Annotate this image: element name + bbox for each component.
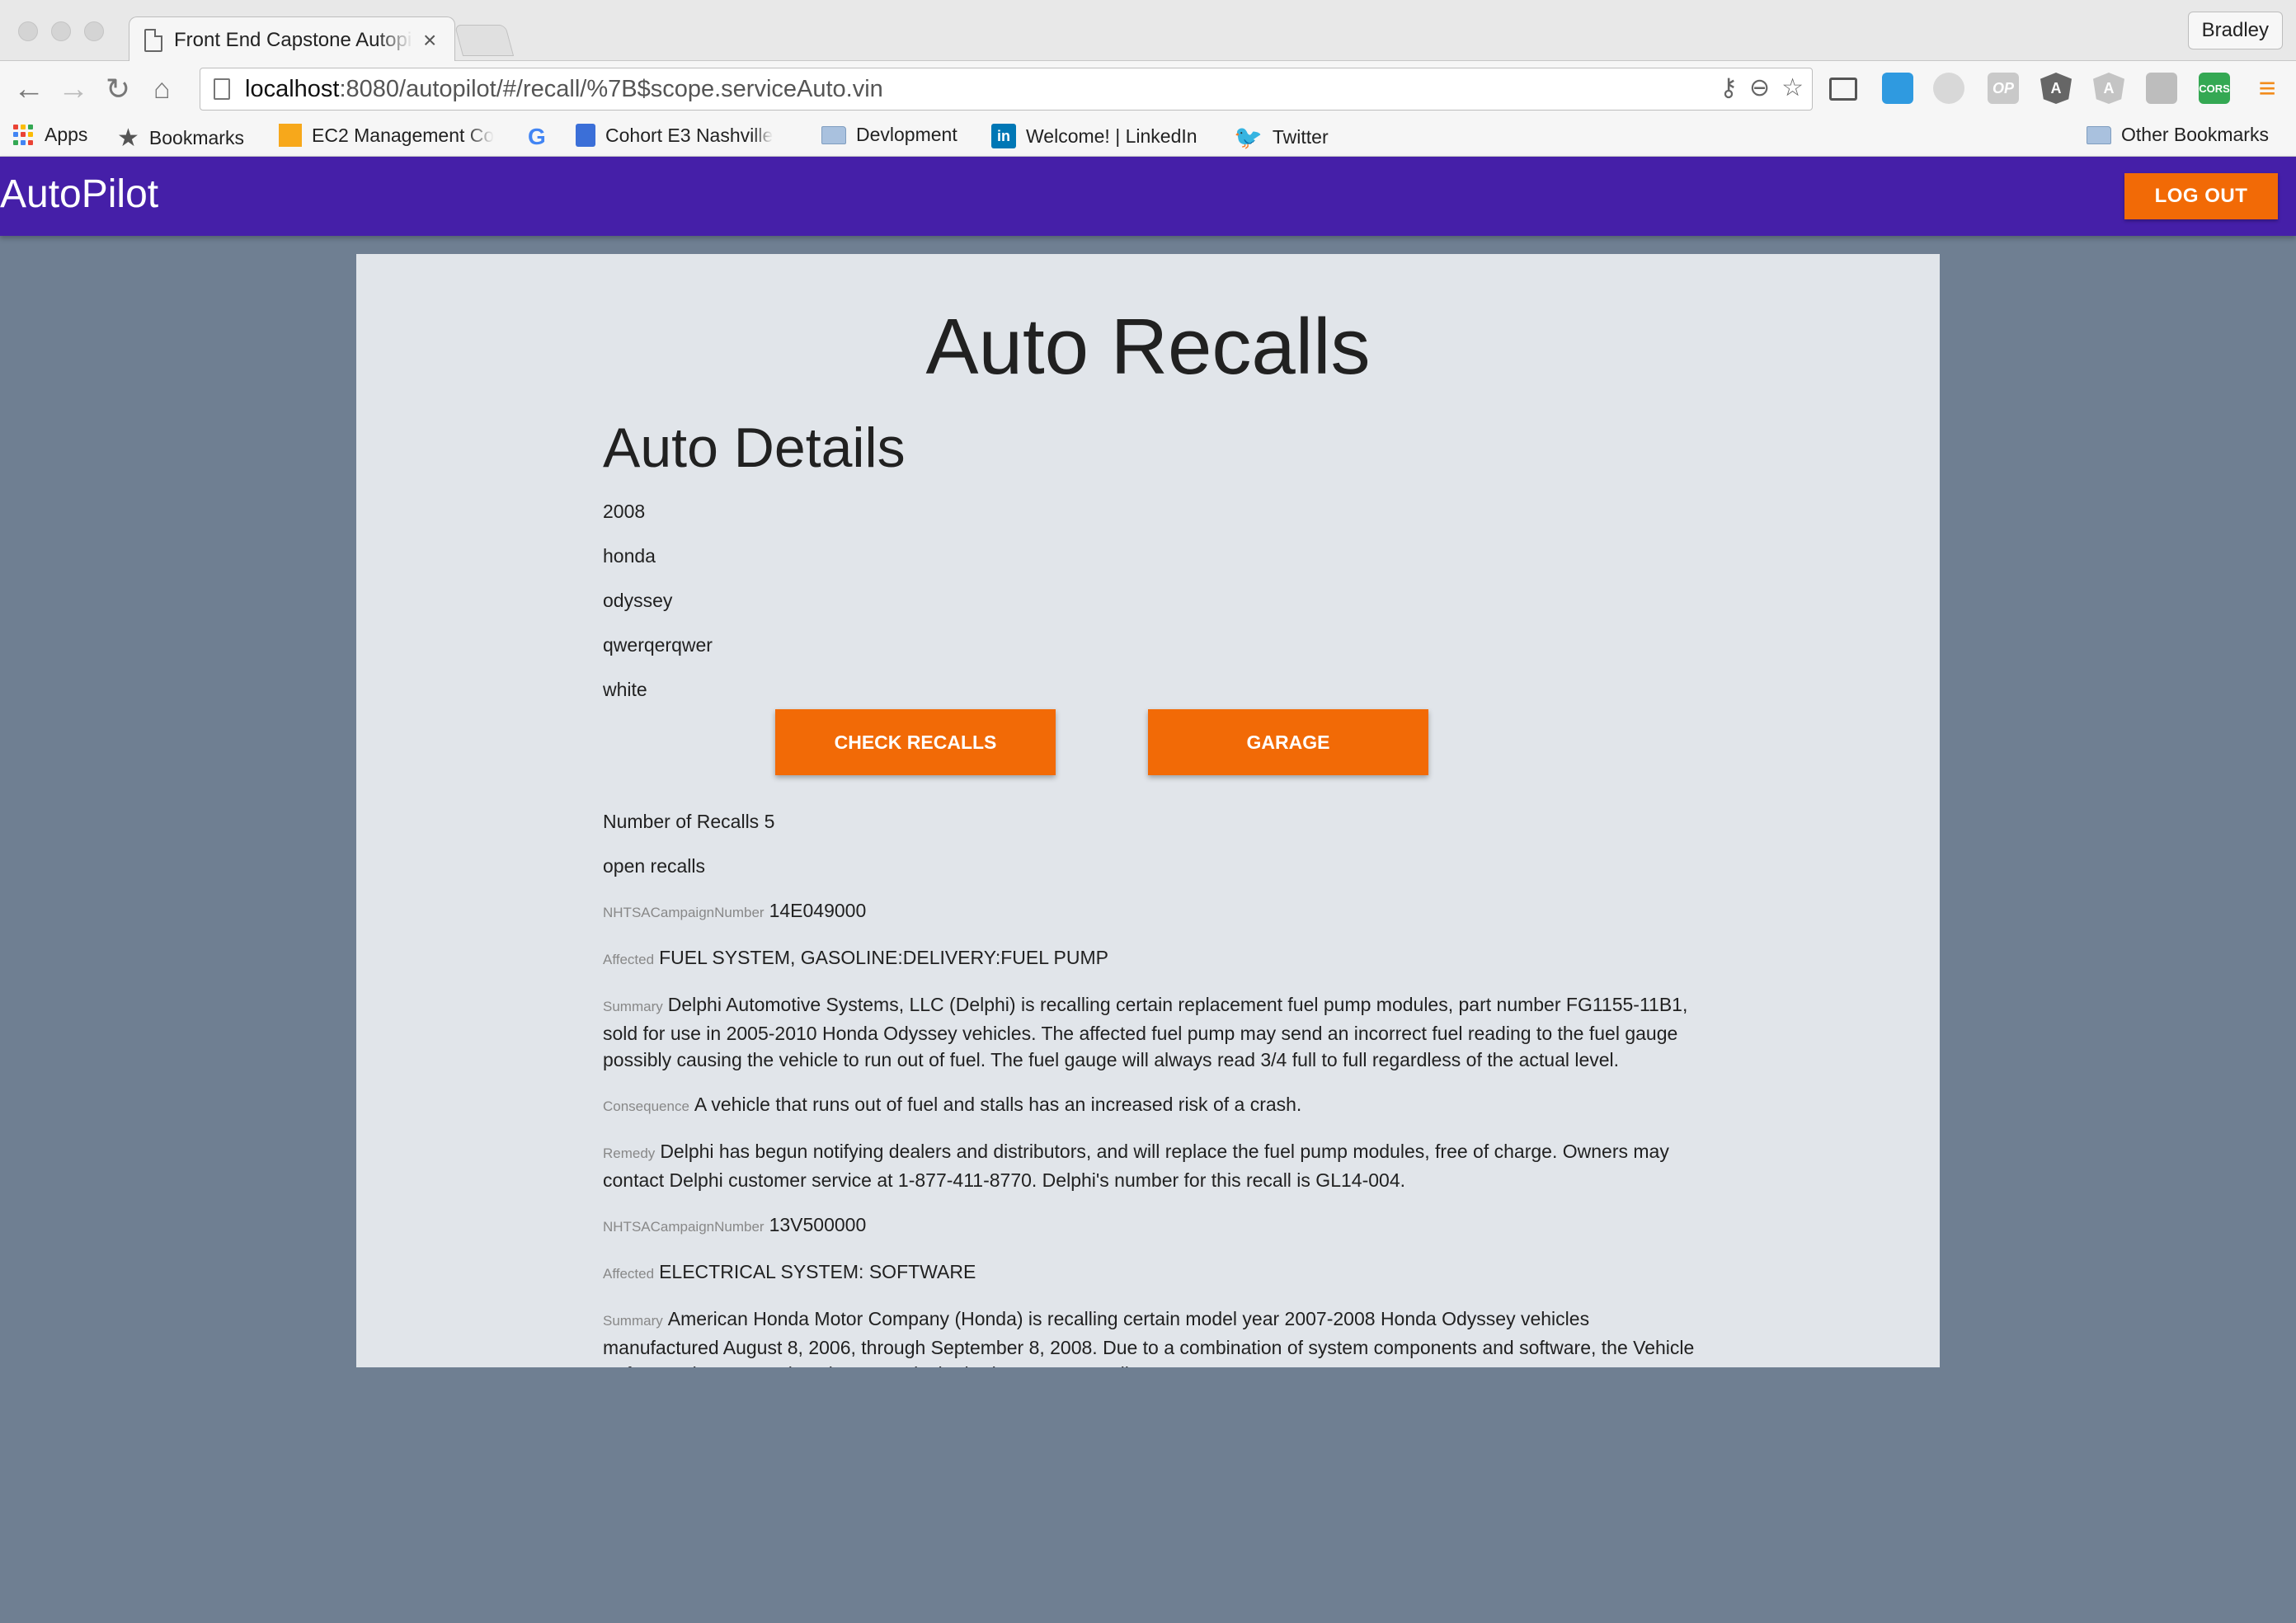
field-value: Delphi has begun notifying dealers and d…: [603, 1141, 1669, 1191]
bookmark-apps[interactable]: Apps: [13, 124, 87, 146]
bookmarks-bar: Apps ★ Bookmarks EC2 Management Co G Coh…: [0, 117, 2296, 157]
bookmark-label: Welcome! | LinkedIn: [1026, 125, 1197, 147]
bookmark-twitter[interactable]: 🐦 Twitter: [1234, 124, 1329, 151]
browser-tab[interactable]: Front End Capstone Autopilot ×: [129, 16, 455, 63]
tab-title: Front End Capstone Autopilot: [174, 28, 413, 51]
home-icon[interactable]: ⌂: [153, 73, 171, 106]
google-icon: G: [528, 124, 546, 149]
new-tab-button[interactable]: [454, 25, 515, 56]
zoom-icon[interactable]: ⊖: [1749, 73, 1770, 102]
auto-make: honda: [603, 545, 656, 567]
op-extension-icon[interactable]: OP: [1988, 73, 2019, 104]
page-icon: [144, 28, 162, 52]
recall-consequence: Consequence A vehicle that runs out of fu…: [603, 1091, 1708, 1120]
cors-extension-icon[interactable]: CORS: [2199, 73, 2230, 104]
back-arrow-icon[interactable]: ←: [13, 73, 45, 106]
bookmark-google[interactable]: G: [528, 124, 556, 150]
bookmark-linkedin[interactable]: in Welcome! | LinkedIn: [991, 124, 1197, 148]
close-window-button[interactable]: [18, 21, 38, 41]
tab-close-icon[interactable]: ×: [423, 27, 436, 54]
recall-affected: Affected FUEL SYSTEM, GASOLINE:DELIVERY:F…: [603, 944, 1708, 973]
bookmark-devlopment[interactable]: Devlopment: [821, 124, 957, 146]
auto-year: 2008: [603, 501, 646, 522]
auto-details-section: Auto Details 2008 honda odyssey qwerqerq…: [603, 414, 1708, 1367]
reload-icon[interactable]: ↻: [106, 73, 130, 106]
folder-icon: [821, 125, 846, 144]
aws-icon: [279, 124, 302, 147]
page-info-icon[interactable]: [214, 78, 230, 100]
angular-icon[interactable]: A: [2040, 73, 2072, 104]
extension-icon[interactable]: [1933, 73, 1964, 104]
layout-extension-icon[interactable]: [2146, 73, 2177, 104]
minimize-window-button[interactable]: [51, 21, 71, 41]
recall-affected: Affected ELECTRICAL SYSTEM: SOFTWARE: [603, 1258, 1708, 1287]
page-title: Auto Recalls: [925, 303, 1371, 391]
field-label: Affected: [603, 952, 655, 967]
bookmark-label: Bookmarks: [148, 127, 244, 148]
recall-remedy: Remedy Delphi has begun notifying dealers…: [603, 1138, 1708, 1193]
beta-extension-icon[interactable]: [1882, 73, 1913, 104]
key-icon[interactable]: ⚷: [1720, 73, 1738, 102]
recall-campaign-number: NHTSACampaignNumber 13V500000: [603, 1211, 1708, 1240]
app-navbar: AutoPilot LOG OUT: [0, 157, 2296, 236]
field-value: 13V500000: [769, 1214, 867, 1235]
logout-button[interactable]: LOG OUT: [2124, 173, 2278, 219]
bookmark-label: EC2 Management Co: [312, 124, 495, 146]
profile-button[interactable]: Bradley: [2187, 12, 2283, 49]
field-value: ELECTRICAL SYSTEM: SOFTWARE: [659, 1261, 976, 1282]
open-recalls-label: open recalls: [603, 855, 706, 877]
folder-icon: [2087, 125, 2111, 144]
field-value: 14E049000: [769, 900, 867, 921]
forward-arrow-icon[interactable]: →: [58, 73, 89, 106]
address-bar[interactable]: localhost:8080/autopilot/#/recall/%7B$sc…: [200, 68, 1813, 111]
menu-icon[interactable]: ≡: [2251, 71, 2283, 105]
linkedin-icon: in: [991, 124, 1016, 148]
bookmark-site-icon: [576, 124, 595, 147]
bookmark-label: Devlopment: [856, 124, 957, 145]
bookmark-ec2[interactable]: EC2 Management Co: [279, 124, 494, 147]
cast-icon[interactable]: [1829, 78, 1857, 101]
auto-model: odyssey: [603, 590, 673, 611]
field-label: Consequence: [603, 1098, 689, 1114]
brand-logo[interactable]: AutoPilot: [0, 172, 158, 217]
star-icon[interactable]: ☆: [1781, 73, 1804, 102]
section-title: Auto Details: [603, 416, 906, 479]
url-host: localhost: [245, 75, 340, 102]
field-value: A vehicle that runs out of fuel and stal…: [694, 1094, 1302, 1115]
field-value: American Honda Motor Company (Honda) is …: [603, 1308, 1695, 1367]
field-value: Delphi Automotive Systems, LLC (Delphi) …: [603, 994, 1688, 1070]
field-label: Remedy: [603, 1146, 656, 1161]
browser-titlebar: Front End Capstone Autopilot × Bradley: [0, 0, 2296, 63]
angular-icon[interactable]: A: [2093, 73, 2124, 104]
action-buttons: CHECK RECALLS GARAGE: [603, 709, 1708, 792]
recall-count: Number of Recalls 5: [603, 811, 775, 832]
bookmark-cohort[interactable]: Cohort E3 Nashville: [576, 124, 773, 147]
twitter-icon: 🐦: [1234, 125, 1263, 150]
main-card: Auto Recalls Auto Details 2008 honda ody…: [356, 254, 1940, 1367]
field-value: FUEL SYSTEM, GASOLINE:DELIVERY:FUEL PUMP: [659, 947, 1108, 968]
field-label: Summary: [603, 1313, 663, 1329]
recall-summary: Summary Delphi Automotive Systems, LLC (D…: [603, 991, 1708, 1073]
bookmark-label: Twitter: [1272, 126, 1329, 148]
bookmark-label: Other Bookmarks: [2121, 124, 2269, 145]
maximize-window-button[interactable]: [84, 21, 104, 41]
field-label: NHTSACampaignNumber: [603, 905, 765, 920]
recall-campaign-number: NHTSACampaignNumber 14E049000: [603, 897, 1708, 926]
field-label: Summary: [603, 999, 663, 1014]
bookmark-label: Apps: [45, 124, 88, 145]
bookmark-other[interactable]: Other Bookmarks: [2087, 124, 2269, 146]
url-path: :8080/autopilot/#/recall/%7B$scope.servi…: [339, 75, 883, 102]
apps-grid-icon: [13, 124, 35, 146]
bookmark-bookmarks[interactable]: ★ Bookmarks: [117, 124, 244, 153]
field-label: Affected: [603, 1266, 655, 1282]
field-label: NHTSACampaignNumber: [603, 1219, 765, 1235]
star-icon: ★: [117, 125, 139, 152]
auto-vin: qwerqerqwer: [603, 634, 713, 656]
recall-summary: Summary American Honda Motor Company (Hon…: [603, 1305, 1708, 1367]
check-recalls-button[interactable]: CHECK RECALLS: [775, 709, 1056, 775]
bookmark-label: Cohort E3 Nashville: [605, 124, 774, 146]
garage-button[interactable]: GARAGE: [1148, 709, 1428, 775]
